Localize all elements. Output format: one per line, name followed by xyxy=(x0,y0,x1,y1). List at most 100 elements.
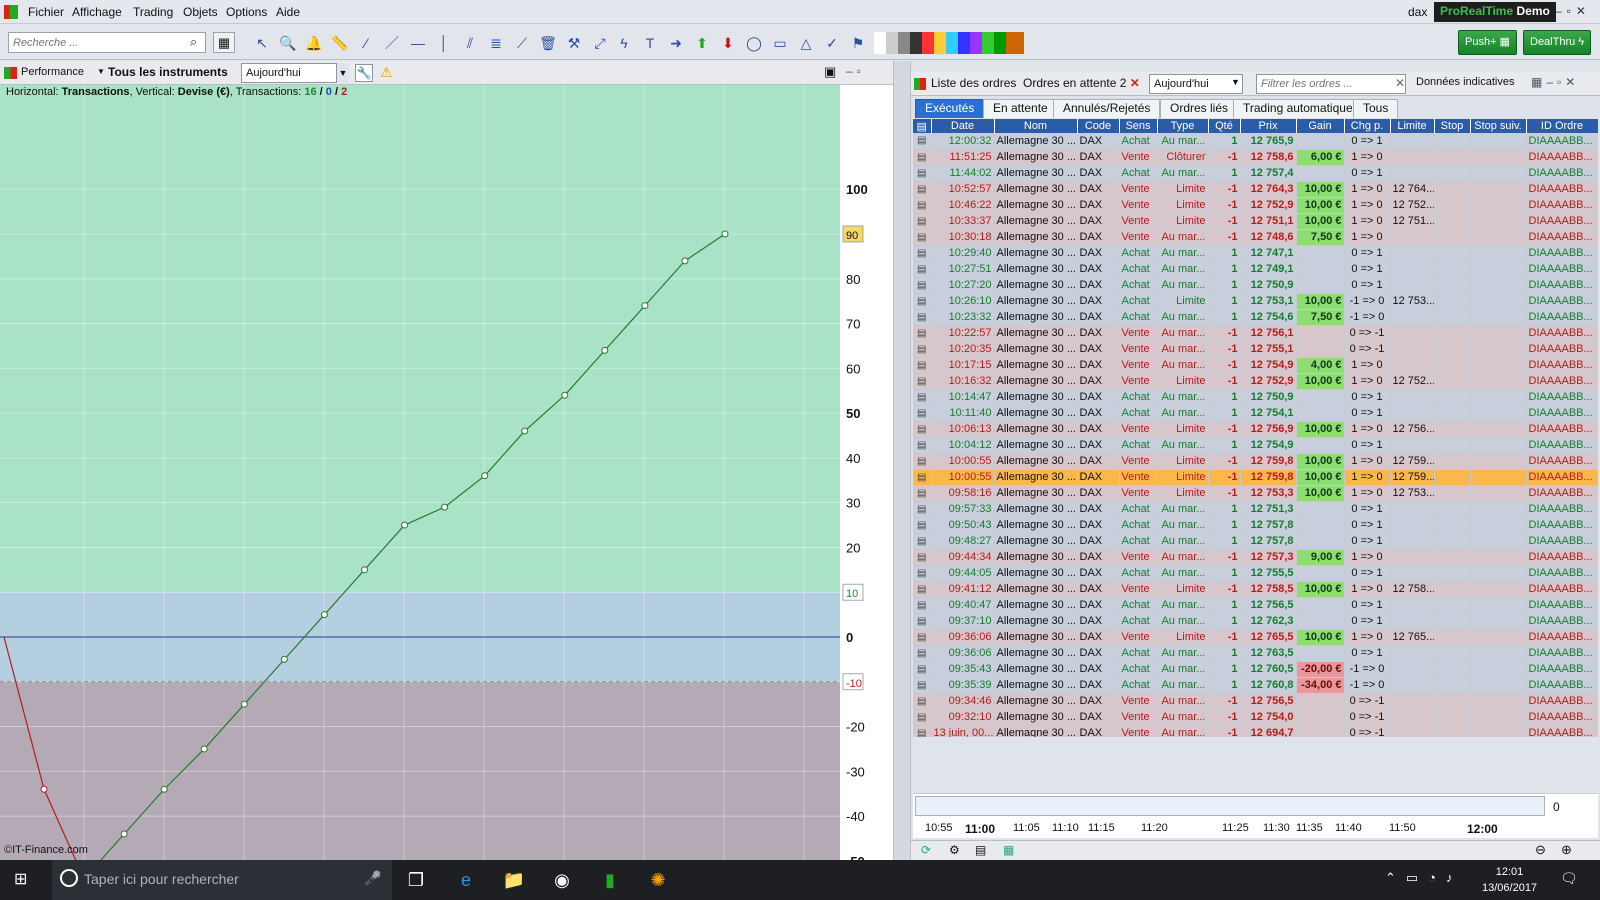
taskbar-clock[interactable]: 12:01 13/06/2017 xyxy=(1482,864,1537,896)
table-row[interactable]: ▤ 10:17:15 Allemagne 30 ... DAX Vente Au mar.… xyxy=(913,357,1598,374)
tab-en-attente[interactable]: En attente xyxy=(983,99,1058,118)
row-detail-icon[interactable]: ▤ xyxy=(913,709,932,726)
row-detail-icon[interactable]: ▤ xyxy=(913,725,932,737)
ruler-icon[interactable]: 📏 xyxy=(330,33,350,53)
dealthru-button[interactable]: DealThru ϟ xyxy=(1523,30,1592,55)
row-detail-icon[interactable]: ▤ xyxy=(913,437,932,454)
row-detail-icon[interactable]: ▤ xyxy=(913,309,932,326)
table-row[interactable]: ▤ 09:40:47 Allemagne 30 ... DAX Achat Au mar.… xyxy=(913,597,1598,614)
table-row[interactable]: ▤ 09:35:43 Allemagne 30 ... DAX Achat Au mar.… xyxy=(913,661,1598,678)
column-header-limite[interactable]: Limite xyxy=(1390,119,1435,133)
row-detail-icon[interactable]: ▤ xyxy=(913,597,932,614)
column-header-type[interactable]: Type xyxy=(1157,119,1209,133)
system-tray-icons[interactable]: ⌃▭◔♪ xyxy=(1385,870,1463,886)
row-detail-icon[interactable]: ▤ xyxy=(913,549,932,566)
column-header-stop-suiv[interactable]: Stop suiv. xyxy=(1470,119,1527,133)
row-detail-icon[interactable]: ▤ xyxy=(913,517,932,534)
table-row[interactable]: ▤ 10:16:32 Allemagne 30 ... DAX Vente Limite -… xyxy=(913,373,1598,390)
menu-trading[interactable]: Trading xyxy=(133,5,173,19)
table-row[interactable]: ▤ 10:23:32 Allemagne 30 ... DAX Achat Au mar.… xyxy=(913,309,1598,326)
line-icon[interactable]: ／ xyxy=(382,33,402,53)
screener-button[interactable]: ▦ xyxy=(213,32,235,53)
row-detail-icon[interactable]: ▤ xyxy=(913,629,932,646)
app-taskbar-icon[interactable]: ✺ xyxy=(646,868,670,892)
text-tool-icon[interactable]: T xyxy=(640,33,660,53)
row-detail-icon[interactable]: ▤ xyxy=(913,341,932,358)
notifications-icon[interactable]: 🗨 xyxy=(1560,870,1578,887)
microphone-icon[interactable]: 🎤 xyxy=(364,870,381,887)
table-row[interactable]: ▤ 10:20:35 Allemagne 30 ... DAX Vente Au mar.… xyxy=(913,341,1598,358)
row-detail-icon[interactable]: ▤ xyxy=(913,357,932,374)
table-row[interactable]: ▤ 09:48:27 Allemagne 30 ... DAX Achat Au mar.… xyxy=(913,533,1598,550)
instrument-dropdown-icon[interactable]: ▼ xyxy=(97,67,105,76)
channel-icon[interactable]: ⫽ xyxy=(460,33,480,53)
menu-objets[interactable]: Objets xyxy=(183,5,218,19)
row-detail-icon[interactable]: ▤ xyxy=(913,149,932,166)
table-row[interactable]: ▤ 10:04:12 Allemagne 30 ... DAX Achat Au mar.… xyxy=(913,437,1598,454)
wrench-icon[interactable]: 🔧 xyxy=(355,64,373,82)
edge-browser-icon[interactable]: e xyxy=(454,868,478,892)
tab-tous[interactable]: Tous xyxy=(1353,99,1399,118)
panel-window-controls[interactable]: –▫ xyxy=(846,64,865,78)
table-row[interactable]: ▤ 11:51:25 Allemagne 30 ... DAX Vente Clôture… xyxy=(913,149,1598,166)
table-row[interactable]: ▤ 12:00:32 Allemagne 30 ... DAX Achat Au mar.… xyxy=(913,133,1598,150)
row-detail-icon[interactable]: ▤ xyxy=(913,277,932,294)
row-detail-icon[interactable]: ▤ xyxy=(913,565,932,582)
tab-pending-orders[interactable]: Ordres en attente 2 ✕ xyxy=(1023,76,1140,90)
close-icon[interactable]: ✕ xyxy=(1130,76,1140,90)
trend-icon[interactable]: ⟋ xyxy=(512,33,532,53)
row-detail-icon[interactable]: ▤ xyxy=(913,293,932,310)
triangle-icon[interactable]: △ xyxy=(796,33,816,53)
column-header-chg[interactable]: Chg p. xyxy=(1344,119,1391,133)
table-row[interactable]: ▤ 10:06:13 Allemagne 30 ... DAX Vente Limite -… xyxy=(913,421,1598,438)
row-detail-icon[interactable]: ▤ xyxy=(913,501,932,518)
window-controls[interactable]: –▫✕ xyxy=(1555,4,1591,18)
menu-aide[interactable]: Aide xyxy=(276,5,300,19)
tab-annules-rejetes[interactable]: Annulés/Rejetés xyxy=(1053,99,1161,118)
table-row[interactable]: ▤ 10:22:57 Allemagne 30 ... DAX Vente Au mar.… xyxy=(913,325,1598,342)
period-select[interactable]: Aujourd'hui xyxy=(241,63,349,83)
table-row[interactable]: ▤ 10:29:40 Allemagne 30 ... DAX Achat Au mar.… xyxy=(913,245,1598,262)
table-row[interactable]: ▤ 09:36:06 Allemagne 30 ... DAX Achat Au mar.… xyxy=(913,645,1598,662)
table-row[interactable]: ▤ 10:11:40 Allemagne 30 ... DAX Achat Au mar.… xyxy=(913,405,1598,422)
tab-order-list[interactable]: Liste des ordres xyxy=(931,76,1016,90)
prorealtime-taskbar-icon[interactable]: ▮ xyxy=(598,868,622,892)
table-row[interactable]: ▤ 11:44:02 Allemagne 30 ... DAX Achat Au mar.… xyxy=(913,165,1598,182)
trash-icon[interactable]: 🗑 xyxy=(538,33,558,53)
file-explorer-icon[interactable]: 📁 xyxy=(502,868,526,892)
horizontal-line-icon[interactable]: — xyxy=(408,33,428,53)
table-row[interactable]: ▤ 09:50:43 Allemagne 30 ... DAX Achat Au mar.… xyxy=(913,517,1598,534)
fibonacci-icon[interactable]: ≣ xyxy=(486,33,506,53)
column-header-gain[interactable]: Gain xyxy=(1296,119,1345,133)
table-row[interactable]: ▤ 09:57:33 Allemagne 30 ... DAX Achat Au mar.… xyxy=(913,501,1598,518)
row-detail-icon[interactable]: ▤ xyxy=(913,389,932,406)
table-row[interactable]: ▤ 10:14:47 Allemagne 30 ... DAX Achat Au mar.… xyxy=(913,389,1598,406)
pointer-icon[interactable]: ↖ xyxy=(252,33,272,53)
timeline-bar[interactable] xyxy=(915,796,1545,816)
row-detail-icon[interactable]: ▤ xyxy=(913,693,932,710)
row-detail-icon[interactable]: ▤ xyxy=(913,453,932,470)
column-header-id-ordre[interactable]: ID Ordre xyxy=(1526,119,1598,133)
table-row[interactable]: ▤ 10:26:10 Allemagne 30 ... DAX Achat Limite 1… xyxy=(913,293,1598,310)
color-palette[interactable] xyxy=(874,32,1024,54)
column-header-sens[interactable]: Sens xyxy=(1119,119,1158,133)
chart-settings-icon[interactable]: ▣ xyxy=(824,64,836,80)
flag-icon[interactable]: ⚑ xyxy=(848,33,868,53)
tab-ordres-lies[interactable]: Ordres liés xyxy=(1160,99,1239,118)
table-row[interactable]: ▤ 09:34:46 Allemagne 30 ... DAX Vente Au mar.… xyxy=(913,693,1598,710)
grid-icon[interactable]: ▦ xyxy=(1003,843,1014,857)
vertical-line-icon[interactable]: │ xyxy=(434,33,454,53)
table-row[interactable]: ▤ 10:27:20 Allemagne 30 ... DAX Achat Au mar.… xyxy=(913,277,1598,294)
zoom-out-icon[interactable]: ⊖ xyxy=(1535,842,1546,858)
table-row[interactable]: ▤ 09:41:12 Allemagne 30 ... DAX Vente Limite -… xyxy=(913,581,1598,598)
table-row[interactable]: ▤ 09:44:05 Allemagne 30 ... DAX Achat Au mar.… xyxy=(913,565,1598,582)
clear-filter-icon[interactable]: ✕ xyxy=(1395,76,1405,90)
row-detail-icon[interactable]: ▤ xyxy=(913,181,932,198)
column-settings-icon[interactable]: ▤ xyxy=(913,119,932,133)
orders-period-select[interactable]: Aujourd'hui xyxy=(1149,74,1243,94)
expand-icon[interactable]: ⤢ xyxy=(590,33,610,53)
row-detail-icon[interactable]: ▤ xyxy=(913,533,932,550)
panel-window-controls[interactable]: ▦–▫✕ xyxy=(1531,75,1579,89)
table-row[interactable]: ▤ 09:37:10 Allemagne 30 ... DAX Achat Au mar.… xyxy=(913,613,1598,630)
row-detail-icon[interactable]: ▤ xyxy=(913,165,932,182)
